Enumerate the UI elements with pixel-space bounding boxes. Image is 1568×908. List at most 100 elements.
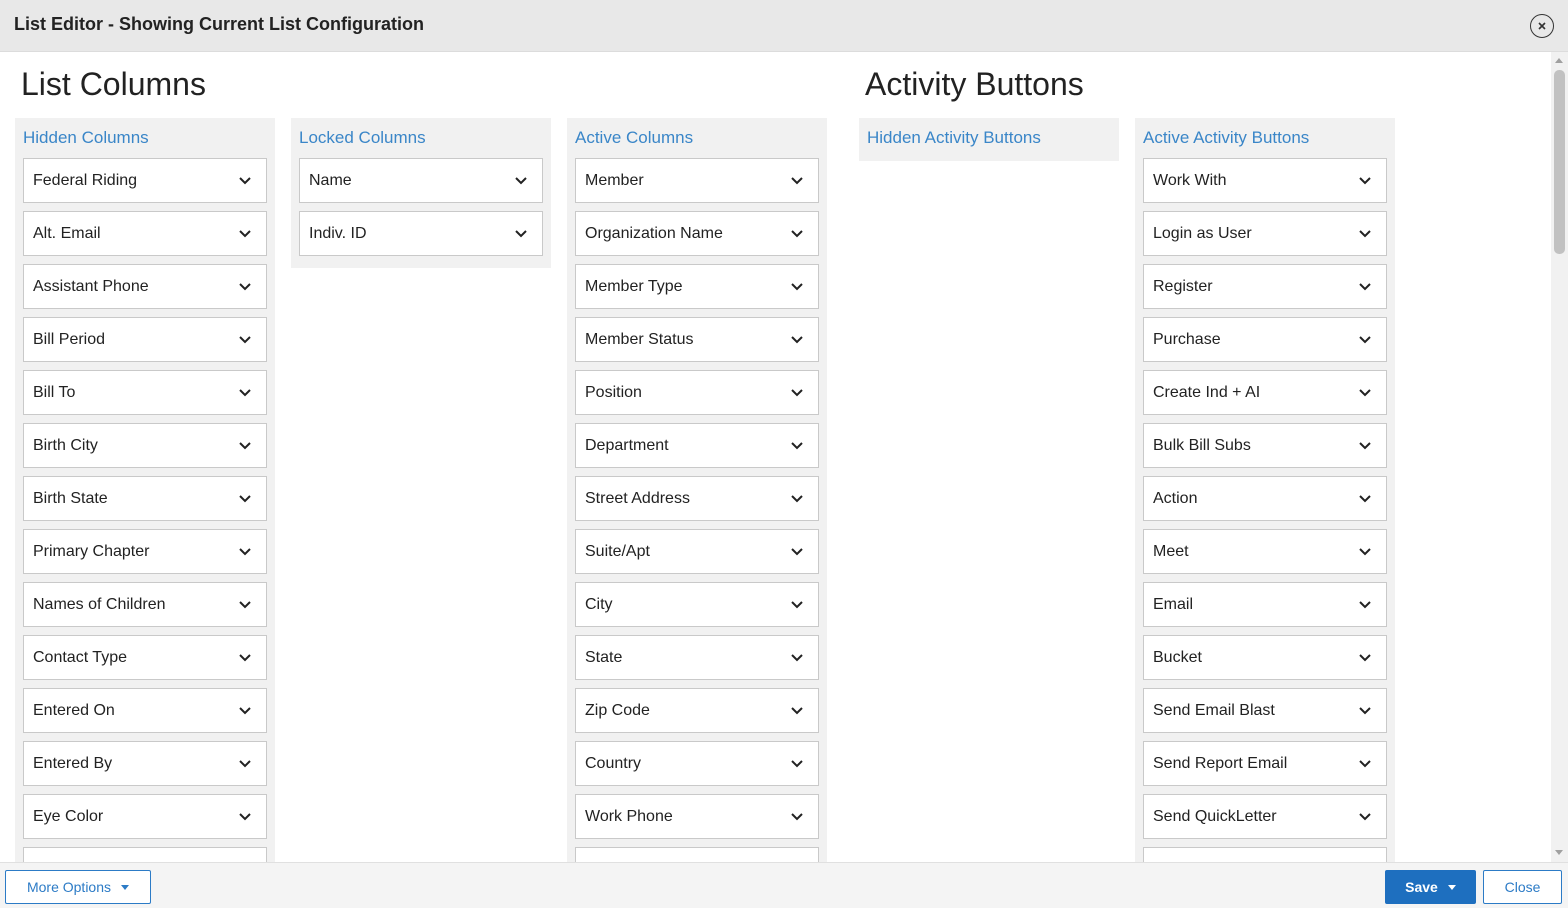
list-item[interactable]: Bill To: [23, 370, 267, 415]
chevron-down-icon[interactable]: [514, 176, 528, 186]
chevron-down-icon[interactable]: [238, 547, 252, 557]
chevron-down-icon[interactable]: [790, 176, 804, 186]
vertical-scrollbar[interactable]: [1551, 52, 1568, 862]
chevron-down-icon[interactable]: [238, 229, 252, 239]
list-item[interactable]: Country: [575, 741, 819, 786]
chevron-down-icon[interactable]: [1358, 176, 1372, 186]
list-item[interactable]: City: [575, 582, 819, 627]
list-item[interactable]: Entered On: [23, 688, 267, 733]
list-item[interactable]: Work Phone: [575, 794, 819, 839]
more-options-button[interactable]: More Options: [5, 870, 151, 904]
chevron-down-icon[interactable]: [790, 388, 804, 398]
chevron-down-icon[interactable]: [790, 547, 804, 557]
list-item[interactable]: Register: [1143, 264, 1387, 309]
chevron-down-icon[interactable]: [1358, 494, 1372, 504]
chevron-down-icon[interactable]: [1358, 388, 1372, 398]
chevron-down-icon[interactable]: [238, 494, 252, 504]
list-item[interactable]: Zip Code: [575, 688, 819, 733]
chevron-down-icon[interactable]: [790, 282, 804, 292]
list-item-label: Purchase: [1153, 330, 1221, 348]
chevron-down-icon[interactable]: [1358, 282, 1372, 292]
chevron-down-icon[interactable]: [790, 706, 804, 716]
chevron-down-icon[interactable]: [790, 441, 804, 451]
list-item[interactable]: Bulk Bill Subs: [1143, 423, 1387, 468]
list-item[interactable]: Names of Children: [23, 582, 267, 627]
list-item[interactable]: Login as User: [1143, 211, 1387, 256]
chevron-down-icon[interactable]: [238, 706, 252, 716]
scroll-down-arrow-icon[interactable]: [1555, 850, 1563, 855]
list-item[interactable]: Purchase: [1143, 317, 1387, 362]
list-item[interactable]: Verify Address: [1143, 847, 1387, 862]
chevron-down-icon[interactable]: [1358, 229, 1372, 239]
close-button[interactable]: Close: [1483, 870, 1562, 904]
list-item[interactable]: Bucket: [1143, 635, 1387, 680]
chevron-down-icon[interactable]: [238, 812, 252, 822]
list-item[interactable]: Send Email Blast: [1143, 688, 1387, 733]
chevron-down-icon[interactable]: [514, 229, 528, 239]
chevron-down-icon[interactable]: [238, 653, 252, 663]
list-item[interactable]: Contact Type: [23, 635, 267, 680]
list-item[interactable]: Create Ind + AI: [1143, 370, 1387, 415]
list-item[interactable]: First Name: [23, 847, 267, 862]
list-item[interactable]: Meet: [1143, 529, 1387, 574]
chevron-down-icon[interactable]: [790, 494, 804, 504]
chevron-down-icon[interactable]: [238, 600, 252, 610]
chevron-down-icon[interactable]: [790, 600, 804, 610]
chevron-down-icon[interactable]: [1358, 547, 1372, 557]
active-columns-title: Active Columns: [575, 128, 694, 147]
list-item[interactable]: Bill Period: [23, 317, 267, 362]
scroll-up-arrow-icon[interactable]: [1555, 58, 1563, 63]
list-item[interactable]: Alt. Email: [23, 211, 267, 256]
chevron-down-icon[interactable]: [790, 335, 804, 345]
chevron-down-icon[interactable]: [790, 229, 804, 239]
list-item[interactable]: Assistant Phone: [23, 264, 267, 309]
list-item[interactable]: Organization Name: [575, 211, 819, 256]
chevron-down-icon[interactable]: [790, 653, 804, 663]
chevron-down-icon[interactable]: [1358, 759, 1372, 769]
chevron-down-icon[interactable]: [1358, 812, 1372, 822]
list-item[interactable]: Position: [575, 370, 819, 415]
list-item[interactable]: State: [575, 635, 819, 680]
chevron-down-icon[interactable]: [1358, 335, 1372, 345]
list-item[interactable]: Birth State: [23, 476, 267, 521]
list-item[interactable]: Eye Color: [23, 794, 267, 839]
list-item[interactable]: Primary Chapter: [23, 529, 267, 574]
list-item[interactable]: Member Type: [575, 264, 819, 309]
chevron-down-icon[interactable]: [1358, 706, 1372, 716]
list-item[interactable]: Street Address: [575, 476, 819, 521]
scroll-thumb[interactable]: [1554, 70, 1565, 254]
chevron-down-icon[interactable]: [790, 759, 804, 769]
list-item[interactable]: Name: [299, 158, 543, 203]
chevron-down-icon[interactable]: [238, 759, 252, 769]
list-item[interactable]: Email: [1143, 582, 1387, 627]
list-item[interactable]: Member Status: [575, 317, 819, 362]
list-item[interactable]: Birth City: [23, 423, 267, 468]
active-columns-panel: Active Columns Member Organization Name Me…: [567, 118, 827, 862]
list-item[interactable]: Fax: [575, 847, 819, 862]
list-item[interactable]: Send Report Email: [1143, 741, 1387, 786]
chevron-down-icon[interactable]: [238, 335, 252, 345]
list-item[interactable]: Send QuickLetter: [1143, 794, 1387, 839]
chevron-down-icon[interactable]: [238, 282, 252, 292]
list-item[interactable]: Suite/Apt: [575, 529, 819, 574]
chevron-down-icon[interactable]: [1358, 600, 1372, 610]
hidden-activity-buttons-panel: Hidden Activity Buttons: [859, 118, 1119, 161]
list-item[interactable]: Department: [575, 423, 819, 468]
chevron-down-icon[interactable]: [1358, 441, 1372, 451]
list-item[interactable]: Action: [1143, 476, 1387, 521]
save-button[interactable]: Save: [1385, 870, 1476, 904]
list-item-label: Send Email Blast: [1153, 701, 1275, 719]
chevron-down-icon[interactable]: [238, 388, 252, 398]
list-item-label: Federal Riding: [33, 171, 138, 189]
list-item[interactable]: Federal Riding: [23, 158, 267, 203]
list-item[interactable]: Member: [575, 158, 819, 203]
close-circle-icon[interactable]: [1530, 14, 1554, 38]
list-item[interactable]: Entered By: [23, 741, 267, 786]
chevron-down-icon[interactable]: [238, 441, 252, 451]
chevron-down-icon[interactable]: [1358, 653, 1372, 663]
list-item[interactable]: Work With: [1143, 158, 1387, 203]
list-item-label: Contact Type: [33, 648, 127, 666]
chevron-down-icon[interactable]: [238, 176, 252, 186]
list-item[interactable]: Indiv. ID: [299, 211, 543, 256]
chevron-down-icon[interactable]: [790, 812, 804, 822]
